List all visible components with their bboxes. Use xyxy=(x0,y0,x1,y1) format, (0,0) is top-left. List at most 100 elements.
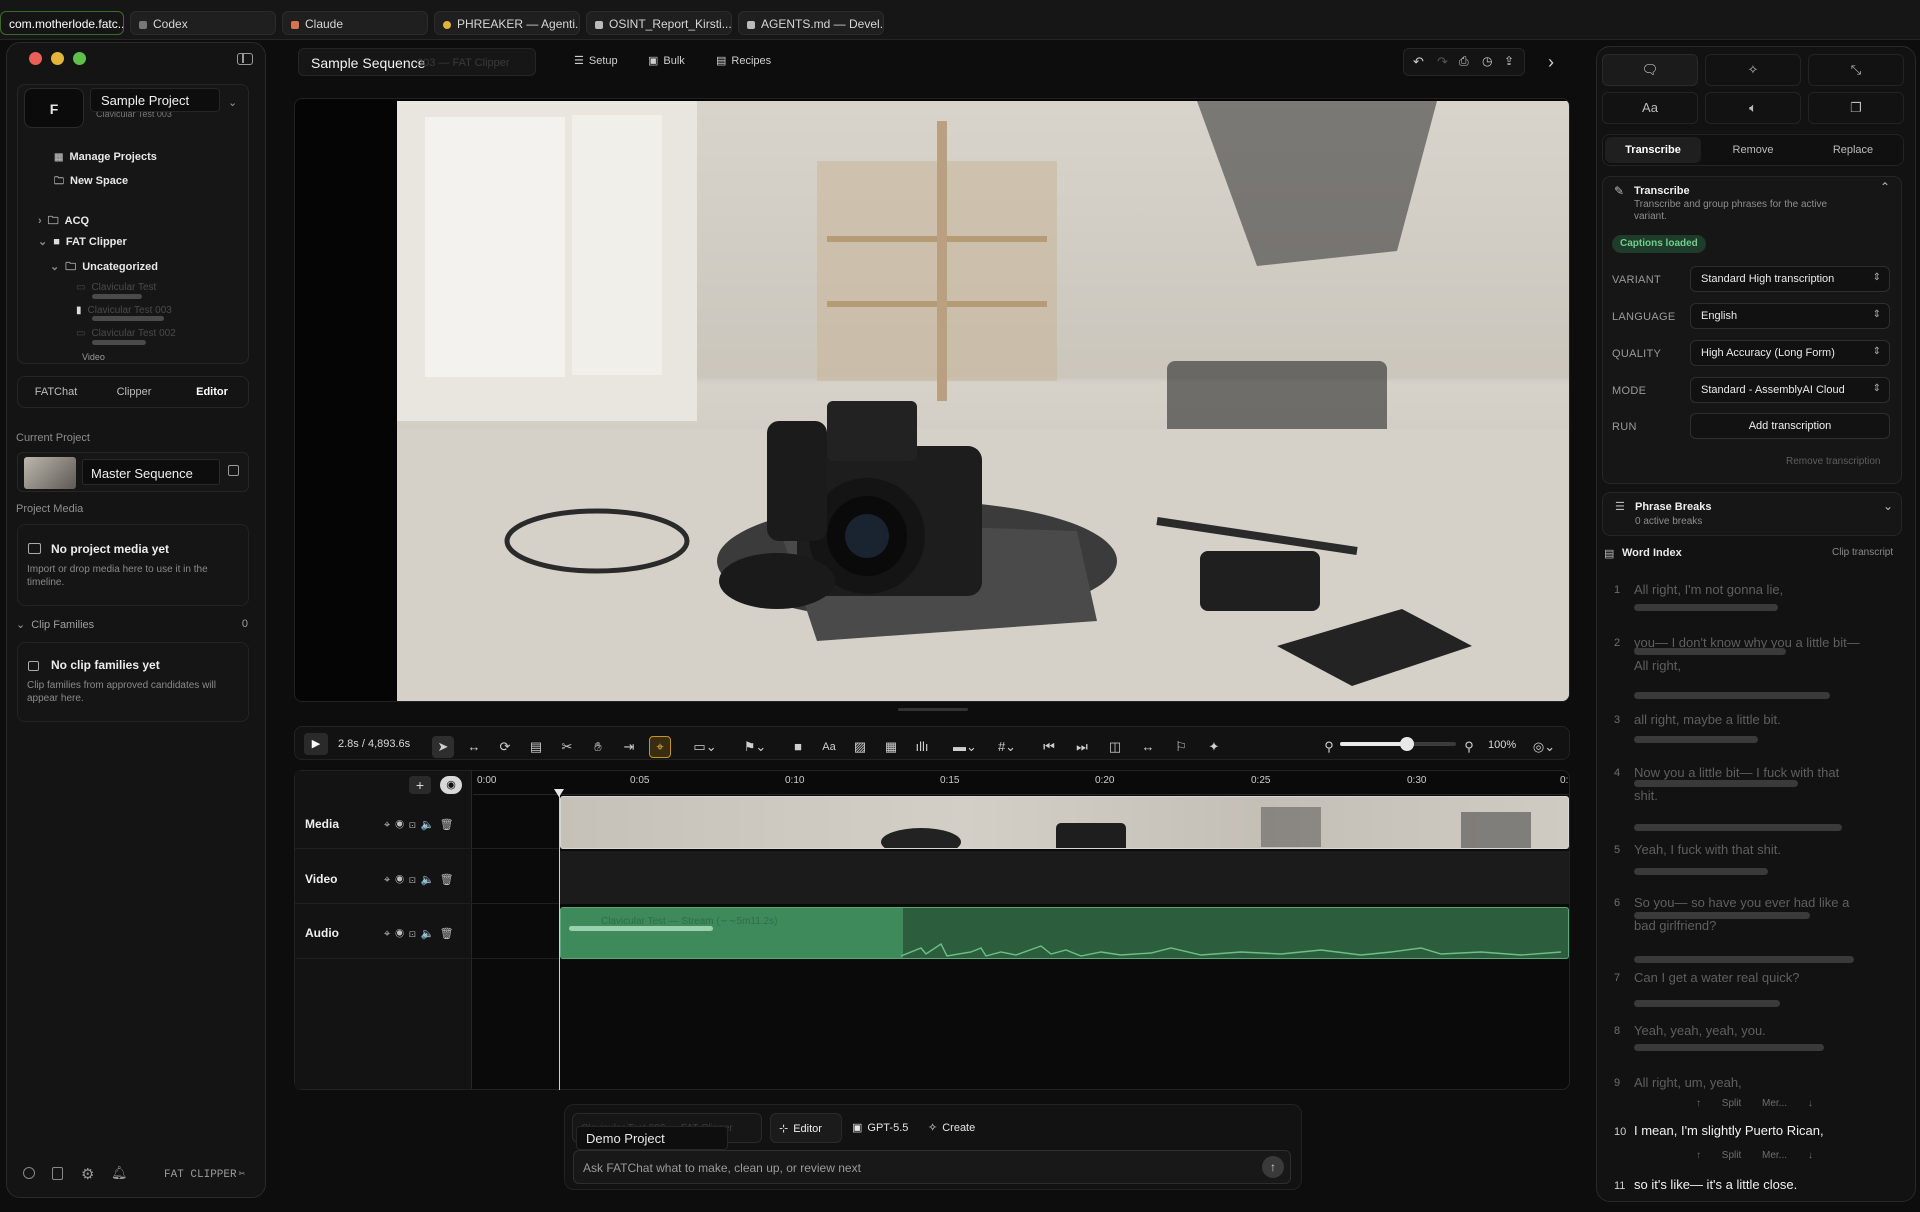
send-icon[interactable]: ↑ xyxy=(1262,1156,1284,1178)
sequence-selector[interactable]: Sample Sequence 003 — FAT Clipper xyxy=(298,48,536,76)
close-window-button[interactable] xyxy=(29,52,42,65)
undo-icon[interactable]: ↶ xyxy=(1413,54,1424,70)
audio-clip[interactable]: Clavicular Test — Stream (∼∼5m11.2s) xyxy=(560,907,1569,959)
entry-text[interactable]: Yeah, yeah, yeah, you. xyxy=(1634,1023,1766,1038)
film-icon[interactable]: ▦ xyxy=(880,736,902,758)
flag-dropdown-icon[interactable]: ⚑⌄ xyxy=(740,736,770,758)
hand-tool-icon[interactable]: ✋︎ xyxy=(587,736,609,758)
language-select[interactable]: English ⇕ xyxy=(1690,303,1890,329)
browser-tab-agents[interactable]: AGENTS.md — Devel... xyxy=(738,11,884,35)
tab-clipper[interactable]: Clipper xyxy=(96,377,172,407)
maximize-window-button[interactable] xyxy=(73,52,86,65)
magic-tool-button[interactable]: ✧ xyxy=(1705,54,1801,86)
demo-project-popup[interactable]: Demo Project xyxy=(576,1126,728,1150)
entry-text[interactable]: Yeah, I fuck with that shit. xyxy=(1634,842,1781,857)
text-tool-button[interactable]: Aa xyxy=(1602,92,1698,124)
redo-icon[interactable]: ↷ xyxy=(1437,54,1448,70)
chat-input[interactable]: Ask FATChat what to make, clean up, or r… xyxy=(573,1150,1291,1184)
target-icon[interactable]: ⌖ xyxy=(649,736,671,758)
merge-button[interactable]: Mer... xyxy=(1762,1150,1787,1161)
split-view-icon[interactable]: ◫ xyxy=(1104,736,1126,758)
entry-text[interactable]: so it's like— it's a little close. xyxy=(1634,1177,1797,1192)
video-track-area[interactable] xyxy=(560,851,1569,904)
zoom-out-icon[interactable]: ⚲ xyxy=(1318,736,1340,758)
browser-tab-claude[interactable]: Claude xyxy=(282,11,428,35)
gear-icon[interactable]: ⚙ xyxy=(81,1165,94,1183)
variant-select[interactable]: Standard High transcription ⇕ xyxy=(1690,266,1890,292)
media-clip[interactable] xyxy=(560,796,1569,849)
entry-text[interactable]: I mean, I'm slightly Puerto Rican, xyxy=(1634,1123,1824,1138)
project-selector[interactable]: F Sample Project Clavicular Test 003 ⌄ xyxy=(24,88,244,128)
text-tool-icon[interactable]: Aa xyxy=(818,736,840,758)
split-button[interactable]: Split xyxy=(1722,1098,1741,1109)
stop-icon[interactable]: ■ xyxy=(787,736,809,758)
loop-icon[interactable]: ⟳ xyxy=(494,736,516,758)
tab-replace[interactable]: Replace xyxy=(1805,137,1901,163)
bulk-button[interactable]: ▣ Bulk xyxy=(648,54,685,67)
move-up-button[interactable]: ↑ xyxy=(1696,1150,1701,1161)
display-dropdown-icon[interactable]: ▬⌄ xyxy=(950,736,980,758)
move-down-button[interactable]: ↓ xyxy=(1808,1150,1813,1161)
history-icon[interactable]: ◷ xyxy=(1482,54,1492,68)
tree-item-fat-clipper[interactable]: ⌄ ■ FAT Clipper xyxy=(38,235,127,248)
fit-width-icon[interactable]: ↔ xyxy=(1137,736,1159,758)
copy-tool-button[interactable]: ❐ xyxy=(1808,92,1904,124)
track-controls-audio[interactable]: ⌖◉⊡🔈🗑 xyxy=(384,927,459,941)
browser-tab-codex[interactable]: Codex xyxy=(130,11,276,35)
settings-dropdown-icon[interactable]: ◎⌄ xyxy=(1530,736,1558,758)
external-open-icon[interactable] xyxy=(228,465,239,476)
create-button[interactable]: ✧ Create xyxy=(928,1121,975,1134)
remove-transcription-link[interactable]: Remove transcription xyxy=(1786,456,1880,467)
browser-tab-phreaker[interactable]: PHREAKER — Agenti... xyxy=(434,11,580,35)
manage-projects-item[interactable]: ▦ Manage Projects xyxy=(54,151,157,163)
sidebar-toggle-icon[interactable] xyxy=(237,53,253,65)
entry-text[interactable]: Now you a little bit— I fuck with that xyxy=(1634,765,1839,780)
grid-dropdown-icon[interactable]: #⌄ xyxy=(992,736,1022,758)
chevron-right-icon[interactable]: › xyxy=(1548,52,1554,73)
add-transcription-button[interactable]: Add transcription xyxy=(1690,413,1890,439)
zoom-slider[interactable] xyxy=(1340,737,1456,751)
current-project-card[interactable]: Master Sequence xyxy=(17,452,249,492)
browser-tab-osint[interactable]: OSINT_Report_Kirsti... xyxy=(586,11,732,35)
entry-text[interactable]: bad girlfriend? xyxy=(1634,918,1716,933)
preview-resize-handle[interactable] xyxy=(898,708,968,711)
book-icon[interactable] xyxy=(52,1167,63,1180)
skip-start-icon[interactable]: ⏮ xyxy=(1038,736,1060,758)
tab-transcribe[interactable]: Transcribe xyxy=(1605,137,1701,163)
quality-select[interactable]: High Accuracy (Long Form) ⇕ xyxy=(1690,340,1890,366)
entry-text[interactable]: All right, I'm not gonna lie, xyxy=(1634,582,1783,597)
clip-transcript-link[interactable]: Clip transcript xyxy=(1832,547,1893,558)
split-button[interactable]: Split xyxy=(1722,1150,1741,1161)
tree-item-clip[interactable]: ▮ Clavicular Test 003 xyxy=(76,305,172,316)
minimize-window-button[interactable] xyxy=(51,52,64,65)
entry-text[interactable]: All right, um, yeah, xyxy=(1634,1075,1742,1090)
snap-end-icon[interactable]: ⇥ xyxy=(618,736,640,758)
bell-icon[interactable]: 🔔︎ xyxy=(111,1165,128,1181)
playhead[interactable] xyxy=(559,790,560,1090)
save-icon[interactable]: ⎙ xyxy=(1459,54,1469,69)
tree-item-clip[interactable]: ▭ Clavicular Test xyxy=(76,282,156,293)
tree-item-clip[interactable]: ▭ Clavicular Test 002 xyxy=(76,328,176,339)
recipes-button[interactable]: ▤ Recipes xyxy=(716,54,771,67)
track-controls-video[interactable]: ⌖◉⊡🔈🗑 xyxy=(384,873,459,887)
waveform-icon[interactable]: ıllı xyxy=(911,736,933,758)
audio-tool-button[interactable]: 🔈︎ xyxy=(1705,92,1801,124)
info-icon[interactable] xyxy=(23,1167,35,1179)
select-tool-icon[interactable]: ➤ xyxy=(432,736,454,758)
tab-editor[interactable]: Editor xyxy=(174,377,250,407)
add-track-button[interactable]: + xyxy=(409,776,431,794)
track-controls-media[interactable]: ⌖◉⊡🔈🗑 xyxy=(384,818,459,832)
project-media-dropzone[interactable]: No project media yet Import or drop medi… xyxy=(17,524,249,606)
tab-remove[interactable]: Remove xyxy=(1705,137,1801,163)
skip-end-icon[interactable]: ⏭ xyxy=(1071,736,1093,758)
merge-button[interactable]: Mer... xyxy=(1762,1098,1787,1109)
scissors-icon[interactable]: ✂ xyxy=(556,736,578,758)
collapse-icon[interactable]: ⌃ xyxy=(1880,180,1890,194)
move-down-button[interactable]: ↓ xyxy=(1808,1098,1813,1109)
playhead-handle[interactable] xyxy=(554,789,564,797)
browser-tab-fatclipper[interactable]: com.motherlode.fatc... xyxy=(0,11,124,35)
entry-text[interactable]: Can I get a water real quick? xyxy=(1634,970,1799,985)
video-preview[interactable] xyxy=(294,98,1570,702)
resize-tool-button[interactable]: ⤡ xyxy=(1808,54,1904,86)
clip-icon[interactable]: ▤ xyxy=(525,736,547,758)
